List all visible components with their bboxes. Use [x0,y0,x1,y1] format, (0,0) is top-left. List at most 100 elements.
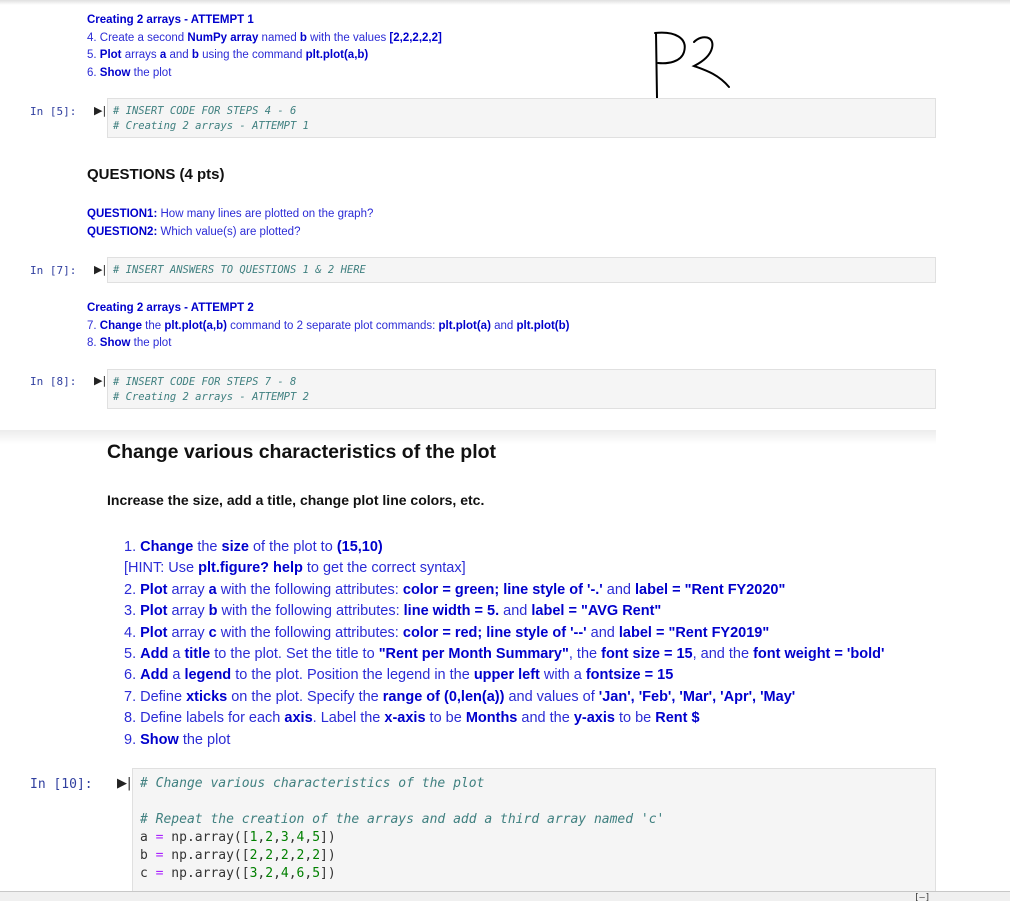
top-shadow [0,0,1010,5]
emphasis-text: color = red; line style of '--' [402,624,587,641]
code-comment: # Change various characteristics of the … [140,776,485,791]
emphasis-text: b [299,31,307,44]
run-cell-icon[interactable]: ▶| [94,374,106,387]
questions-heading: QUESTIONS (4 pts) [87,166,225,183]
code-comment: # Repeat the creation of the arrays and … [140,812,665,827]
step-text: the plot [178,731,231,748]
code-token: ]) [320,866,336,881]
step-number: 8. [87,337,100,349]
step-text: with a [539,667,586,684]
attempt1-steps: 4. Create a second NumPy array named b w… [87,30,442,83]
array-definition-a: a = np.array([1,2,3,4,5]) [140,829,928,847]
step-text: 9. [124,731,141,748]
emphasis-text: b [191,49,199,61]
step-text: the [193,539,222,555]
code-token: np.array([ [163,848,250,863]
step-number: 5. [87,49,100,61]
code-token: , [273,830,281,845]
emphasis-text: Show [140,731,179,748]
step-text: the plot [130,337,172,349]
step-text: with the following attributes: [216,624,403,641]
array-definition-b: b = np.array([2,2,2,2,2]) [140,847,928,865]
emphasis-text: Add [140,646,169,663]
emphasis-text: plt.plot(a,b) [305,49,369,61]
code-cell-8[interactable]: # INSERT CODE FOR STEPS 7 - 8 # Creating… [107,369,936,409]
emphasis-text: fontsize = 15 [585,667,674,684]
markdown-attempt1: Creating 2 arrays - ATTEMPT 1 4. Create … [87,12,442,82]
emphasis-text: color = green; line style of '-.' [402,581,603,598]
attempt2-title: Creating 2 arrays - ATTEMPT 2 [87,302,254,314]
code-token: ]) [320,848,336,863]
emphasis-text: title [184,646,211,663]
step-text: to be [425,710,466,727]
code-token: a [140,830,156,845]
handwritten-annotation-p2 [654,31,730,99]
code-comment: # INSERT ANSWERS TO QUESTIONS 1 & 2 HERE [113,264,366,276]
step-text: a [168,667,185,684]
step-item: 4. Plot array c with the following attri… [124,623,884,644]
emphasis-text: legend [184,667,232,684]
code-token: c [140,866,156,881]
emphasis-text: Change [140,539,194,555]
step-text: command to 2 separate plot commands: [226,319,439,332]
step-text: , the [568,646,602,663]
attempt2-steps: 7. Change the plt.plot(a,b) command to 2… [87,318,570,353]
code-cell-7[interactable]: # INSERT ANSWERS TO QUESTIONS 1 & 2 HERE [107,257,936,283]
code-token: ]) [320,830,336,845]
step-text: with the following attributes: [217,603,404,620]
step-text: array [167,581,209,598]
step-number: 6. [87,66,100,79]
code-token: , [288,830,297,845]
section-subheading: Increase the size, add a title, change p… [107,492,485,508]
emphasis-text: label = "Rent FY2019" [618,624,770,641]
array-definitions: a = np.array([1,2,3,4,5]) b = np.array([2… [140,829,928,883]
run-cell-icon[interactable]: ▶| [94,263,106,276]
emphasis-text: (15,10) [336,539,383,555]
run-cell-icon[interactable]: ▶| [94,104,106,117]
emphasis-text: font weight = 'bold' [753,646,885,663]
step-item: 8. Define labels for each axis. Label th… [124,708,884,729]
step-text: the [141,319,165,332]
emphasis-text: Rent $ [655,710,700,727]
question-2: QUESTION2: Which value(s) are plotted? [87,225,301,238]
markdown-attempt2: Creating 2 arrays - ATTEMPT 2 7. Change … [87,300,570,353]
step-text: Create a second [99,31,188,44]
step-text: arrays [121,49,160,61]
bottom-scrollbar[interactable] [0,891,1010,901]
emphasis-text: Months [465,710,518,727]
code-token: np.array([ [163,830,250,845]
code-number: 2 [312,848,321,863]
step-text: named [258,31,300,44]
code-cell-10[interactable]: # Change various characteristics of the … [132,768,936,891]
step-text: on the plot. Specify the [227,688,383,705]
step-text: of the plot to [248,539,337,555]
step-text: 7. Define [124,688,187,705]
code-number: 2 [280,848,289,863]
emphasis-text: font size = 15 [601,646,693,663]
step-item: 7. Define xticks on the plot. Specify th… [124,687,884,708]
code-number: 2 [265,830,274,845]
code-token: , [288,848,297,863]
run-cell-icon[interactable]: ▶| [117,776,131,791]
emphasis-text: label = "Rent FY2020" [635,581,786,598]
step-text: the plot [130,66,172,79]
step-text: a [168,646,185,663]
step-item: 1. Change the size of the plot to (15,10… [124,537,884,558]
emphasis-text: Plot [99,49,122,61]
cell-prompt: In [10]: [30,777,93,792]
expand-icon[interactable]: [—] [914,893,930,901]
step-text: using the command [198,49,306,61]
step-text: array [167,603,209,620]
emphasis-text: range of (0,len(a)) [382,688,505,705]
emphasis-text: plt.plot(a) [438,319,491,332]
questions-list: QUESTION1: How many lines are plotted on… [87,206,373,241]
code-number: 5 [312,830,321,845]
step-text: and the [517,710,574,727]
step-item: 4. Create a second NumPy array named b w… [87,30,442,48]
step-text: [HINT: Use [124,560,199,577]
code-cell-5[interactable]: # INSERT CODE FOR STEPS 4 - 6 # Creating… [107,98,936,138]
emphasis-text: a [208,581,217,598]
emphasis-text: [2,2,2,2,2] [389,31,442,44]
step-text: 3. [124,603,141,620]
code-token: , [273,866,281,881]
